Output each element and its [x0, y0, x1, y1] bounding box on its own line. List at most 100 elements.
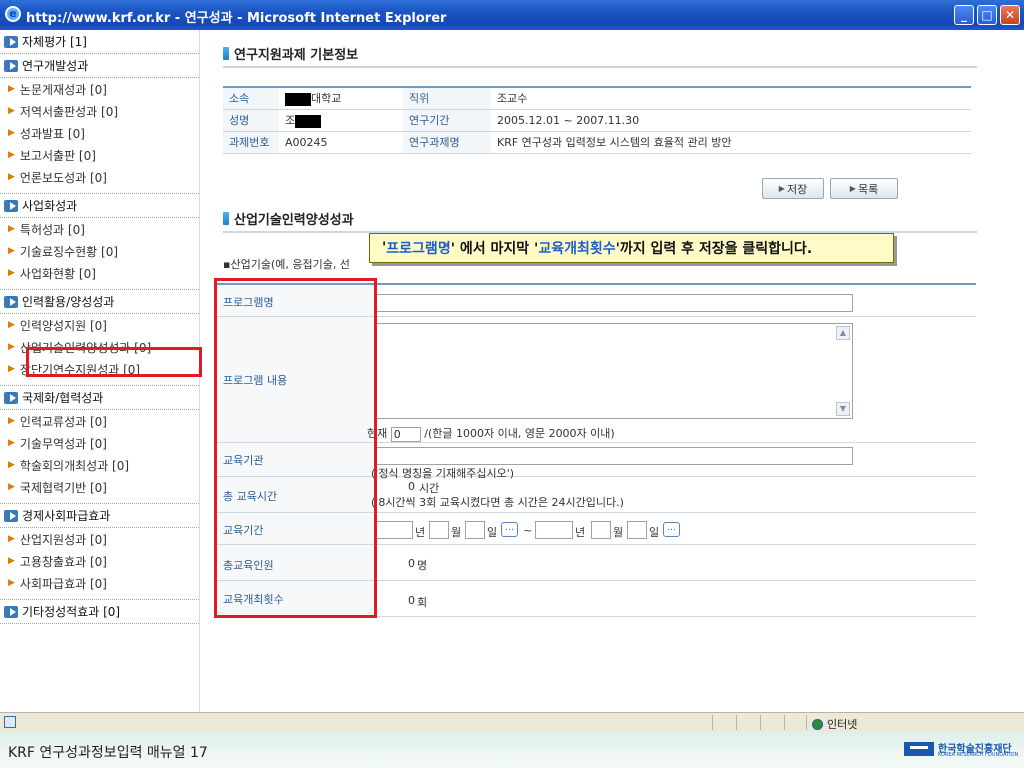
callout-text: '까지 입력 후 저장을 클릭합니다. — [615, 241, 813, 257]
sidebar-item[interactable]: ▶ 보고서출판 [0] — [0, 144, 199, 166]
sidebar-category[interactable]: 인력활용/양성성과 — [0, 290, 199, 314]
divider — [712, 715, 713, 730]
sidebar-category-label: 연구개발성과 — [22, 59, 89, 73]
sidebar-category-label: 기타정성적효과 [0] — [22, 605, 121, 619]
logo-subtitle: KOREA RESEARCH FOUNDATION — [938, 752, 1019, 758]
sidebar-item[interactable]: ▶ 사회파급효과 [0] — [0, 572, 199, 594]
section-title-industry: 산업기술인력양성성과 — [223, 209, 354, 228]
info-value: 2005.12.01 ~ 2007.11.30 — [491, 109, 971, 132]
sidebar-item-label: 학술회의개최성과 [0] — [19, 458, 130, 473]
scroll-down-icon[interactable]: ▼ — [836, 402, 850, 416]
end-day-input[interactable] — [627, 521, 647, 539]
sidebar-item[interactable]: ▶ 고용창출효과 [0] — [0, 550, 199, 572]
status-bar: 인터넷 — [0, 712, 1024, 732]
arrow-right-icon: ▶ — [8, 534, 15, 544]
sidebar-category[interactable]: 사업화성과 — [0, 194, 199, 218]
info-label: 소속 — [223, 87, 279, 110]
sidebar-item-label: 보고서출판 [0] — [19, 148, 96, 163]
char-count-input[interactable]: 0 — [390, 426, 421, 442]
sidebar-category[interactable]: 기타정성적효과 [0] — [0, 600, 199, 624]
divider — [784, 715, 785, 730]
sidebar-item-label: 기술료징수현황 [0] — [19, 244, 119, 259]
sidebar-item-label: 성과발표 [0] — [19, 126, 85, 141]
sidebar-item-label: 산업지원성과 [0] — [19, 532, 107, 547]
sidebar-category[interactable]: 경제사회파급효과 — [0, 504, 199, 528]
section-title-basic: 연구지원과제 기본정보 — [223, 44, 358, 63]
start-year-input[interactable] — [375, 521, 413, 539]
info-value-text: 대학교 — [311, 92, 342, 106]
page-icon — [4, 716, 16, 728]
sidebar-item[interactable]: ▶ 기술무역성과 [0] — [0, 432, 199, 454]
arrow-right-icon: ▶ — [8, 438, 15, 448]
sidebar-item[interactable]: ▶ 국제협력기반 [0] — [0, 476, 199, 498]
section-marker-icon — [223, 212, 229, 225]
close-button[interactable]: ✕ — [1000, 5, 1020, 25]
program-name-input[interactable] — [375, 294, 853, 312]
sessions-input[interactable]: 0 — [375, 594, 415, 607]
sidebar-item-label: 저역서출판성과 [0] — [19, 104, 119, 119]
sidebar-category[interactable]: 연구개발성과 — [0, 54, 199, 78]
maximize-button[interactable]: □ — [977, 5, 997, 25]
start-day-input[interactable] — [465, 521, 485, 539]
info-label: 연구기간 — [403, 109, 491, 132]
folder-arrow-icon — [4, 295, 18, 308]
info-value: 대학교 — [279, 87, 403, 110]
arrow-right-icon: ▶ — [8, 246, 15, 256]
sidebar-item[interactable]: ▶ 인력교류성과 [0] — [0, 410, 199, 432]
list-label: 목록 — [857, 182, 879, 196]
footer-text: KRF 연구성과정보입력 매뉴얼 17 — [8, 745, 208, 761]
scroll-up-icon[interactable]: ▲ — [836, 326, 850, 340]
end-month-input[interactable] — [591, 521, 611, 539]
folder-arrow-icon — [4, 605, 18, 618]
arrow-right-icon: ▶ — [8, 128, 15, 138]
calendar-end-button[interactable]: … — [663, 522, 680, 537]
sidebar-item[interactable]: ▶ 특허성과 [0] — [0, 218, 199, 240]
list-button[interactable]: ▶ 목록 — [830, 178, 898, 199]
main-content: 연구지원과제 기본정보 소속 대학교 직위 조교수 성명 조 연구기간 2005… — [201, 30, 1024, 712]
sidebar-item[interactable]: ▶ 언론보도성과 [0] — [0, 166, 199, 188]
day-unit: 일 — [649, 526, 660, 539]
sidebar-item[interactable]: ▶ 인력양성지원 [0] — [0, 314, 199, 336]
sidebar-category[interactable]: 국제화/협력성과 — [0, 386, 199, 410]
redaction-bar — [285, 92, 311, 106]
callout-text: ' 에서 마지막 ' — [450, 241, 539, 257]
sidebar-item[interactable]: ▶ 사업화현황 [0] — [0, 262, 199, 284]
char-count-suffix: /(한글 1000자 이내, 영문 2000자 이내) — [424, 427, 615, 440]
divider — [736, 715, 737, 730]
sidebar-item[interactable]: ▶ 저역서출판성과 [0] — [0, 100, 199, 122]
program-content-textarea[interactable]: ▲ ▼ — [375, 323, 853, 419]
sidebar-item-label: 인력양성지원 [0] — [19, 318, 107, 333]
sidebar-item-self-eval[interactable]: 자체평가 [1] — [0, 30, 199, 54]
arrow-right-icon: ▶ — [8, 150, 15, 160]
section-title-text: 연구지원과제 기본정보 — [234, 48, 359, 63]
sidebar-category-label: 경제사회파급효과 — [22, 509, 111, 523]
folder-arrow-icon — [4, 35, 18, 48]
people-unit: 명 — [417, 559, 428, 572]
start-month-input[interactable] — [429, 521, 449, 539]
calendar-start-button[interactable]: … — [501, 522, 518, 537]
info-value: A00245 — [279, 131, 403, 154]
sidebar-item[interactable]: ▶ 성과발표 [0] — [0, 122, 199, 144]
end-year-input[interactable] — [535, 521, 573, 539]
sidebar-item[interactable]: ▶ 산업지원성과 [0] — [0, 528, 199, 550]
day-unit: 일 — [487, 526, 498, 539]
info-label: 성명 — [223, 109, 279, 132]
arrow-right-icon: ▶ — [8, 578, 15, 588]
sidebar-item-label: 언론보도성과 [0] — [19, 170, 107, 185]
info-label: 과제번호 — [223, 131, 279, 154]
sidebar-category-label: 인력활용/양성성과 — [22, 295, 115, 309]
people-input[interactable]: 0 — [375, 557, 415, 570]
divider — [806, 715, 807, 730]
folder-arrow-icon — [4, 59, 18, 72]
hours-input[interactable]: 0 — [375, 480, 415, 493]
sidebar-item[interactable]: ▶ 논문게재성과 [0] — [0, 78, 199, 100]
sidebar-item[interactable]: ▶ 기술료징수현황 [0] — [0, 240, 199, 262]
institution-input[interactable] — [375, 447, 853, 465]
arrow-right-icon: ▶ — [8, 342, 15, 352]
zone-label: 인터넷 — [827, 718, 858, 731]
save-button[interactable]: ▶ 저장 — [762, 178, 824, 199]
globe-icon — [812, 718, 823, 730]
minimize-button[interactable]: _ — [954, 5, 974, 25]
info-value: KRF 연구성과 입력정보 시스템의 효율적 관리 방안 — [491, 131, 971, 154]
sidebar-item[interactable]: ▶ 학술회의개최성과 [0] — [0, 454, 199, 476]
